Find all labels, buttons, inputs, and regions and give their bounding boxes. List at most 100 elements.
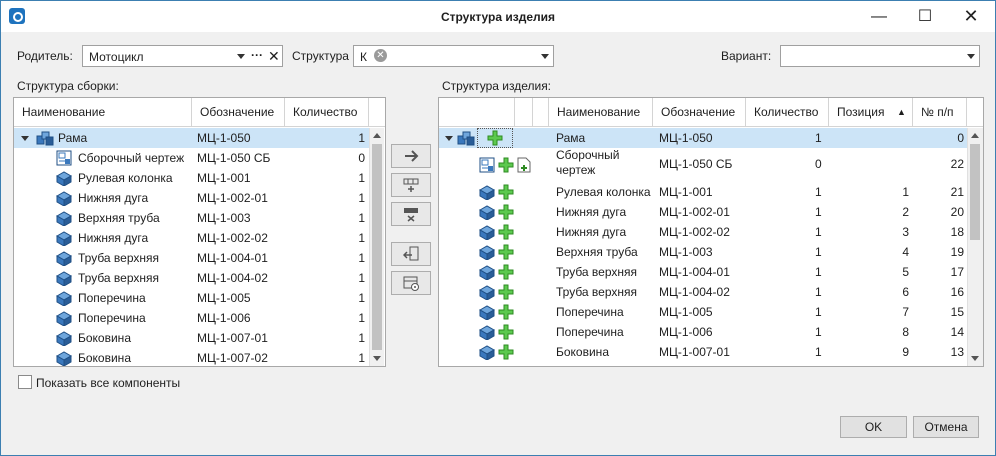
expand-toggle-icon[interactable]: [21, 136, 29, 141]
chevron-down-icon[interactable]: [237, 54, 245, 59]
table-row[interactable]: Рулевая колонка МЦ-1-001 1: [14, 168, 369, 188]
show-all-components-checkbox[interactable]: [18, 375, 32, 389]
table-row[interactable]: Рулевая колонка МЦ-1-001 1 1 21: [439, 182, 967, 202]
plus-icon[interactable]: [498, 204, 514, 220]
cell-code: МЦ-1-002-01: [197, 191, 268, 205]
table-row[interactable]: Боковина МЦ-1-007-01 1 9 13: [439, 342, 967, 362]
table-row[interactable]: Боковина МЦ-1-007-02 1: [14, 348, 369, 366]
clear-parent-button[interactable]: ✕: [268, 48, 280, 65]
dialog-window: Структура изделия — ☐ ✕ Родитель: Мотоци…: [0, 0, 996, 456]
expand-toggle-icon[interactable]: [445, 136, 453, 141]
table-row[interactable]: Нижняя дуга МЦ-1-002-01 1: [14, 188, 369, 208]
table-row[interactable]: Сборочный чертеж МЦ-1-050 СБ 0 22: [439, 148, 967, 182]
chevron-down-icon[interactable]: [541, 54, 549, 59]
table-row[interactable]: Нижняя дуга МЦ-1-002-01 1 2 20: [439, 202, 967, 222]
table-row[interactable]: Боковина МЦ-1-007-01 1: [14, 328, 369, 348]
plus-icon[interactable]: [498, 184, 514, 200]
plus-icon[interactable]: [487, 130, 503, 146]
browse-button[interactable]: ···: [251, 48, 263, 62]
cell-qty: 1: [358, 291, 365, 305]
remove-chip-icon[interactable]: ✕: [374, 49, 387, 62]
plus-icon[interactable]: [498, 264, 514, 280]
column-header-icons[interactable]: [439, 98, 515, 127]
variant-combo[interactable]: [780, 45, 980, 67]
close-button[interactable]: ✕: [948, 1, 994, 32]
delete-row-button[interactable]: [391, 202, 431, 226]
vertical-scrollbar[interactable]: [369, 128, 384, 366]
cell-number: 21: [950, 185, 964, 199]
cell-name: Поперечина: [78, 291, 146, 305]
column-header-qty[interactable]: Количество: [746, 98, 829, 127]
cell-position: 7: [902, 305, 909, 319]
column-header-code[interactable]: Обозначение: [192, 98, 285, 127]
part-icon: [479, 344, 495, 360]
add-to-structure-button[interactable]: [391, 144, 431, 168]
table-row[interactable]: Труба верхняя МЦ-1-004-02 1: [14, 268, 369, 288]
column-header-flag2[interactable]: [533, 98, 549, 127]
chevron-down-icon[interactable]: [967, 54, 975, 59]
structure-combo[interactable]: К ✕: [353, 45, 554, 67]
part-icon: [479, 184, 495, 200]
cell-code: МЦ-1-004-01: [659, 265, 730, 279]
plus-icon[interactable]: [498, 304, 514, 320]
grid-header: Наименование Обозначение Количество: [14, 98, 385, 127]
column-header-name[interactable]: Наименование: [14, 98, 192, 127]
table-settings-button[interactable]: [391, 271, 431, 295]
plus-icon[interactable]: [498, 224, 514, 240]
plus-icon[interactable]: [498, 324, 514, 340]
scroll-thumb[interactable]: [970, 144, 980, 240]
table-row[interactable]: Рама МЦ-1-050 1: [14, 128, 369, 148]
plus-icon[interactable]: [498, 284, 514, 300]
cancel-button[interactable]: Отмена: [913, 416, 979, 438]
cell-number: 15: [950, 305, 964, 319]
cell-code: МЦ-1-004-02: [197, 271, 268, 285]
maximize-button[interactable]: ☐: [902, 1, 948, 32]
table-row[interactable]: Труба верхняя МЦ-1-004-01 1: [14, 248, 369, 268]
column-header-qty[interactable]: Количество: [285, 98, 369, 127]
cell-name: Труба верхняя: [556, 265, 638, 279]
scroll-thumb[interactable]: [372, 144, 382, 350]
add-document-icon[interactable]: [517, 157, 531, 173]
column-header-code[interactable]: Обозначение: [653, 98, 746, 127]
table-row[interactable]: Поперечина МЦ-1-006 1: [14, 308, 369, 328]
table-row[interactable]: Верхняя труба МЦ-1-003 1: [14, 208, 369, 228]
table-row[interactable]: Сборочный чертеж МЦ-1-050 СБ 0: [14, 148, 369, 168]
cell-qty: 1: [815, 305, 822, 319]
insert-row-button[interactable]: [391, 173, 431, 197]
table-row[interactable]: Поперечина МЦ-1-005 1: [14, 288, 369, 308]
column-header-position[interactable]: Позиция ▲: [829, 98, 913, 127]
table-row[interactable]: Нижняя дуга МЦ-1-002-02 1 3 18: [439, 222, 967, 242]
column-header-name[interactable]: Наименование: [549, 98, 653, 127]
plus-icon[interactable]: [498, 157, 514, 173]
cell-position: 4: [902, 245, 909, 259]
table-row[interactable]: Поперечина МЦ-1-005 1 7 15: [439, 302, 967, 322]
cell-number: 13: [950, 345, 964, 359]
part-icon: [479, 204, 495, 220]
table-add-icon: [403, 178, 419, 192]
cell-name: Труба верхняя: [78, 251, 160, 265]
scroll-up-icon[interactable]: [373, 133, 381, 138]
vertical-scrollbar[interactable]: [967, 128, 983, 366]
ok-button[interactable]: OK: [840, 416, 907, 438]
plus-icon[interactable]: [498, 344, 514, 360]
assembly-structure-grid: Наименование Обозначение Количество Рама…: [13, 97, 386, 367]
assembly-icon: [36, 130, 54, 146]
table-row[interactable]: Труба верхняя МЦ-1-004-01 1 5 17: [439, 262, 967, 282]
scroll-down-icon[interactable]: [971, 356, 979, 361]
part-icon: [479, 264, 495, 280]
return-button[interactable]: [391, 242, 431, 266]
plus-icon[interactable]: [498, 244, 514, 260]
table-row[interactable]: Поперечина МЦ-1-006 1 8 14: [439, 322, 967, 342]
table-row[interactable]: Рама МЦ-1-050 1 0: [439, 128, 967, 148]
minimize-button[interactable]: —: [856, 1, 902, 32]
column-header-flag1[interactable]: [515, 98, 533, 127]
column-header-number[interactable]: № п/п: [913, 98, 967, 127]
table-row[interactable]: Нижняя дуга МЦ-1-002-02 1: [14, 228, 369, 248]
parent-combo[interactable]: Мотоцикл ··· ✕: [82, 45, 283, 67]
cell-name: Поперечина: [556, 305, 624, 319]
cell-name: Рулевая колонка: [78, 171, 173, 185]
table-row[interactable]: Верхняя труба МЦ-1-003 1 4 19: [439, 242, 967, 262]
table-row[interactable]: Труба верхняя МЦ-1-004-02 1 6 16: [439, 282, 967, 302]
scroll-down-icon[interactable]: [373, 356, 381, 361]
scroll-up-icon[interactable]: [971, 133, 979, 138]
